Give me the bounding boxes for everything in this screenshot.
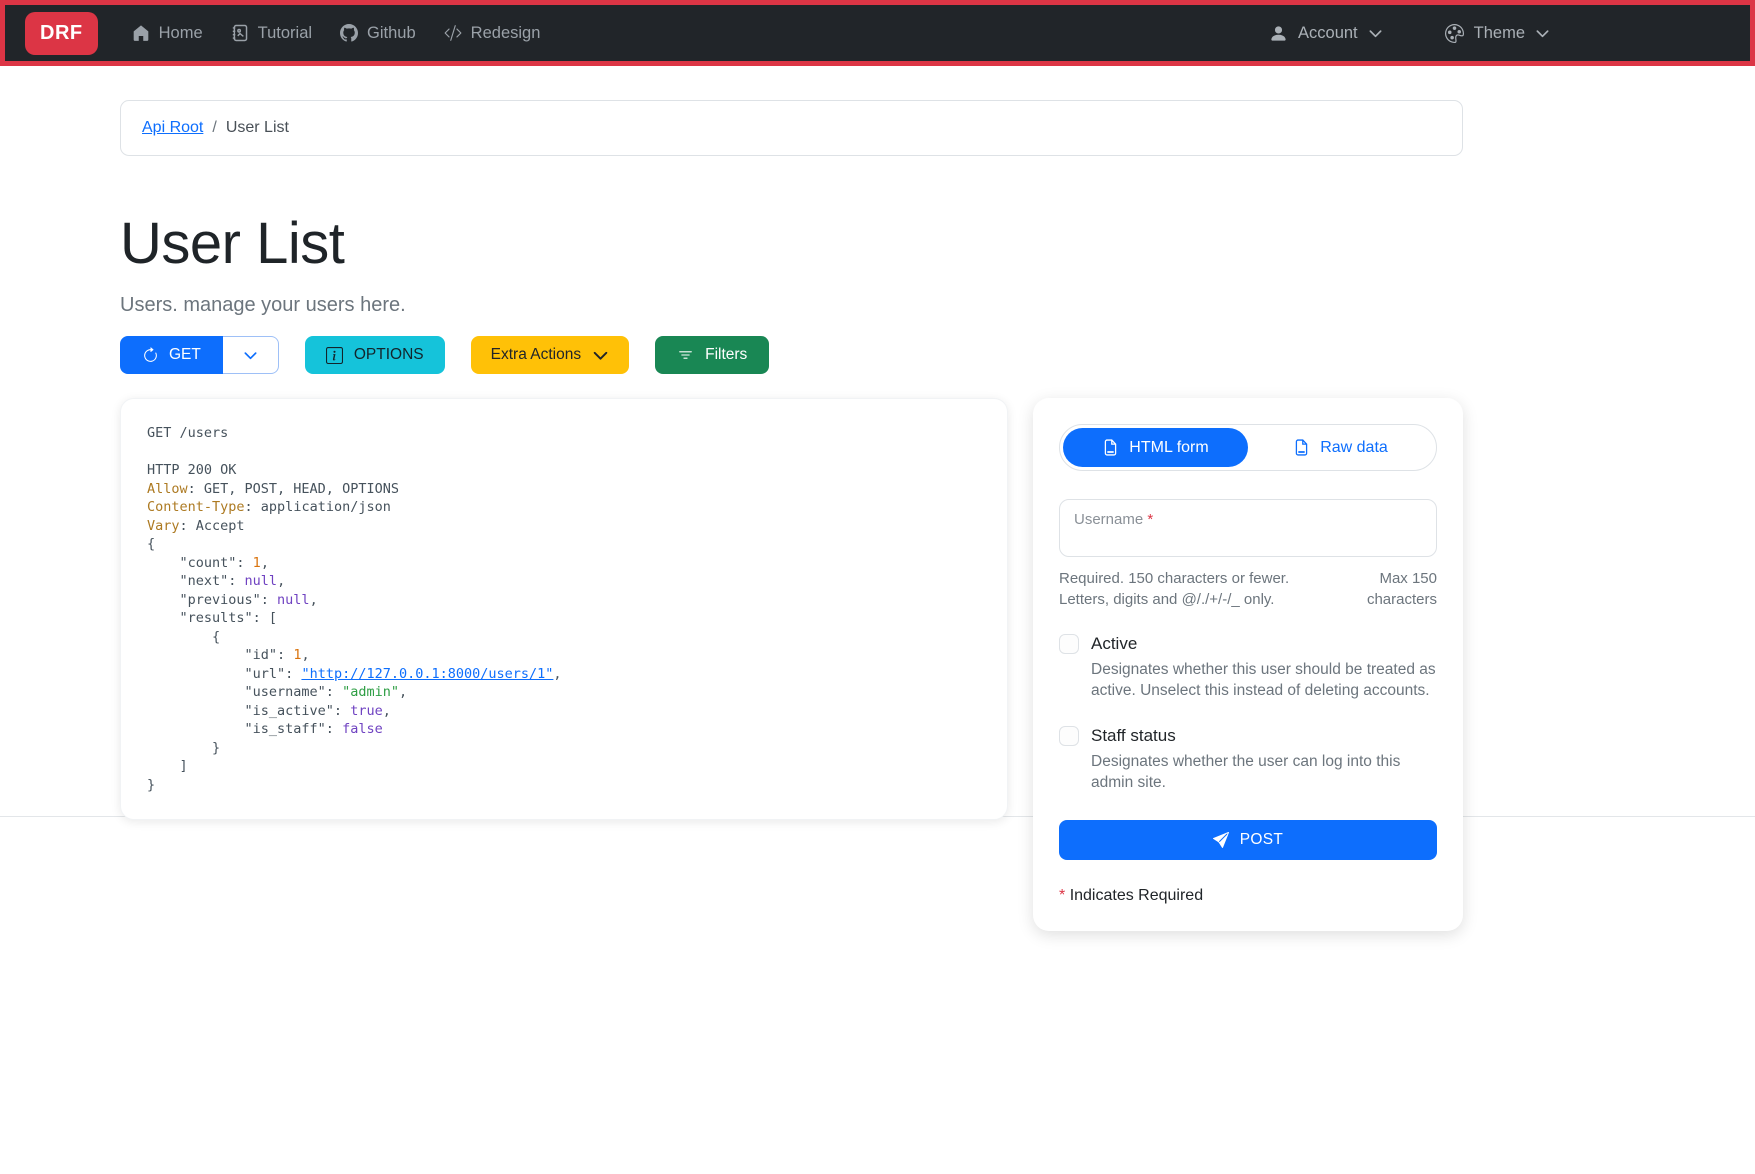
- nav-item-label: Home: [159, 24, 203, 43]
- nav-item-redesign[interactable]: Redesign: [444, 24, 541, 43]
- breadcrumb-separator: /: [212, 119, 216, 137]
- code-slash-icon: [444, 24, 462, 42]
- breadcrumb-api-root-link[interactable]: Api Root: [142, 119, 203, 137]
- toolbar: GET OPTIONS Extra Actions Filters: [120, 336, 1463, 374]
- active-checkbox[interactable]: [1059, 634, 1079, 654]
- required-note: * Indicates Required: [1059, 887, 1437, 905]
- staff-status-checkbox[interactable]: [1059, 726, 1079, 746]
- filters-button-label: Filters: [705, 346, 747, 364]
- required-note-text: Indicates Required: [1070, 887, 1203, 904]
- username-help-text: Required. 150 characters or fewer. Lette…: [1059, 568, 1341, 610]
- filetype-html-icon: [1102, 439, 1119, 456]
- post-button[interactable]: POST: [1059, 820, 1437, 860]
- get-dropdown-toggle[interactable]: [223, 336, 279, 374]
- username-help-row: Required. 150 characters or fewer. Lette…: [1059, 568, 1437, 610]
- filetype-json-icon: [1293, 439, 1310, 456]
- required-asterisk: *: [1147, 511, 1153, 528]
- nav-item-github[interactable]: Github: [340, 24, 416, 43]
- main-content: GET /users HTTP 200 OKAllow: GET, POST, …: [120, 398, 1463, 931]
- nav-item-tutorial[interactable]: Tutorial: [231, 24, 312, 43]
- nav-links: Home Tutorial Github Redesign: [132, 24, 541, 43]
- filters-button[interactable]: Filters: [655, 336, 769, 374]
- username-field[interactable]: Username *: [1059, 499, 1437, 557]
- chevron-down-icon: [1535, 26, 1550, 41]
- response-pre: GET /users HTTP 200 OKAllow: GET, POST, …: [147, 424, 981, 794]
- nav-right: Account Theme: [1269, 24, 1550, 43]
- staff-status-checkbox-label[interactable]: Staff status: [1091, 726, 1176, 746]
- get-button-label: GET: [169, 346, 201, 364]
- staff-status-checkbox-description: Designates whether the user can log into…: [1091, 751, 1438, 794]
- get-button[interactable]: GET: [120, 336, 223, 374]
- tab-html-form[interactable]: HTML form: [1063, 428, 1248, 467]
- refresh-icon: [142, 347, 159, 364]
- tab-html-form-label: HTML form: [1129, 439, 1208, 457]
- post-button-label: POST: [1240, 831, 1283, 849]
- drf-logo[interactable]: DRF: [25, 12, 98, 55]
- options-button[interactable]: OPTIONS: [305, 336, 445, 374]
- page-subtitle: Users. manage your users here.: [120, 294, 1463, 317]
- breadcrumb: Api Root / User List: [120, 100, 1463, 156]
- staff-check-group: Staff status Designates whether the user…: [1059, 726, 1437, 794]
- active-check-group: Active Designates whether this user shou…: [1059, 634, 1437, 702]
- chevron-down-icon: [592, 347, 609, 364]
- response-card: GET /users HTTP 200 OKAllow: GET, POST, …: [120, 398, 1008, 820]
- account-label: Account: [1298, 24, 1358, 43]
- form-tabs: HTML form Raw data: [1059, 424, 1437, 471]
- github-icon: [340, 24, 358, 42]
- account-dropdown[interactable]: Account: [1269, 24, 1383, 43]
- username-field-label: Username *: [1074, 511, 1153, 528]
- form-card: HTML form Raw data Username * Required. …: [1033, 398, 1463, 931]
- nav-item-label: Tutorial: [258, 24, 312, 43]
- info-square-icon: [326, 347, 343, 364]
- nav-item-home[interactable]: Home: [132, 24, 203, 43]
- chevron-down-icon: [1368, 26, 1383, 41]
- person-icon: [1269, 24, 1288, 43]
- nav-item-label: Redesign: [471, 24, 541, 43]
- navbar: DRF Home Tutorial Github: [0, 0, 1755, 66]
- chevron-down-icon: [243, 348, 258, 363]
- active-checkbox-description: Designates whether this user should be t…: [1091, 659, 1438, 702]
- send-icon: [1213, 832, 1229, 848]
- required-asterisk: *: [1059, 887, 1065, 904]
- palette-icon: [1445, 24, 1464, 43]
- nav-item-label: Github: [367, 24, 416, 43]
- username-max-text: Max 150 characters: [1345, 568, 1437, 610]
- options-button-label: OPTIONS: [354, 346, 424, 364]
- journal-icon: [231, 24, 249, 42]
- extra-actions-button[interactable]: Extra Actions: [471, 336, 629, 374]
- home-icon: [132, 24, 150, 42]
- tab-raw-data-label: Raw data: [1320, 439, 1388, 457]
- theme-dropdown[interactable]: Theme: [1445, 24, 1550, 43]
- extra-actions-label: Extra Actions: [491, 346, 581, 364]
- page-title: User List: [120, 210, 1463, 277]
- active-checkbox-label[interactable]: Active: [1091, 634, 1137, 654]
- breadcrumb-current: User List: [226, 119, 289, 137]
- filter-icon: [677, 347, 694, 364]
- tab-raw-data[interactable]: Raw data: [1248, 428, 1433, 467]
- theme-label: Theme: [1474, 24, 1525, 43]
- get-split-button: GET: [120, 336, 279, 374]
